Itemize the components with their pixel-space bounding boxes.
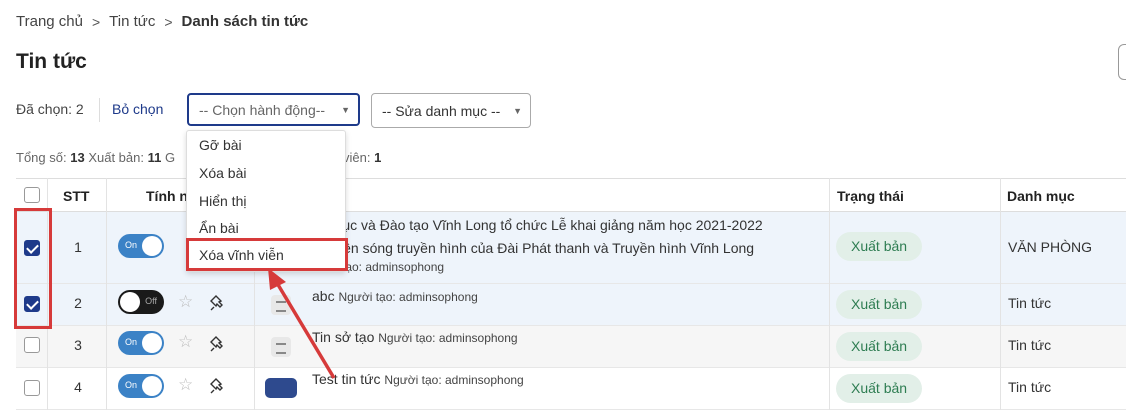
tail-value: 1: [374, 150, 382, 165]
title-text: abc: [312, 288, 335, 304]
title-text: Tin sở tạo: [312, 329, 375, 345]
published-label: Xuất bản:: [88, 150, 144, 165]
row-title[interactable]: Test tin tức Người tạo: adminsophong: [312, 368, 524, 392]
header-stt: STT: [63, 188, 90, 204]
table-header: STT Tính n Trạng thái Danh mục: [16, 178, 1126, 212]
action-select[interactable]: -- Chọn hành động-- ▼: [187, 93, 360, 126]
toggle-label: Off: [145, 296, 157, 306]
category-select[interactable]: -- Sửa danh mục -- ▼: [371, 93, 531, 128]
status-badge: Xuất bản: [836, 332, 923, 361]
row-category: VĂN PHÒNG: [1008, 239, 1093, 255]
header-category: Danh mục: [1007, 188, 1075, 204]
toggle-label: On: [125, 380, 138, 390]
row-stt: 3: [74, 337, 82, 353]
checkbox-highlight: [14, 208, 52, 329]
select-all-checkbox[interactable]: [24, 187, 40, 203]
row-checkbox[interactable]: [24, 380, 40, 396]
row-category: Tin tức: [1008, 295, 1052, 311]
visibility-toggle[interactable]: On: [118, 234, 164, 258]
caret-down-icon: ▼: [341, 104, 350, 115]
row-creator: Người tạo: adminsophong: [378, 331, 518, 345]
pin-icon[interactable]: [209, 377, 227, 395]
table-row[interactable]: 4 On ☆ Test tin tức Người tạo: adminsoph…: [16, 368, 1126, 410]
row-creator: tạo: adminsophong: [342, 260, 445, 274]
menu-item-unpublish[interactable]: Gỡ bài: [199, 137, 242, 153]
star-icon[interactable]: ☆: [178, 375, 193, 395]
row-stt: 4: [74, 379, 82, 395]
breadcrumb: Trang chủ > Tin tức > Danh sách tin tức: [16, 13, 308, 30]
column-divider: [106, 178, 107, 410]
row-category: Tin tức: [1008, 337, 1052, 353]
column-divider: [829, 178, 830, 410]
total-value: 13: [70, 150, 85, 165]
pin-icon[interactable]: [209, 294, 227, 312]
title-text: Test tin tức: [312, 371, 381, 387]
category-select-value: -- Sửa danh mục --: [382, 102, 501, 119]
thumbnail-image: [265, 378, 297, 398]
published-value: 11: [147, 150, 162, 165]
status-badge: Xuất bản: [836, 290, 923, 319]
menu-item-delete[interactable]: Xóa bài: [199, 165, 246, 181]
selected-count: Đã chọn: 2: [16, 101, 84, 117]
caret-down-icon: ▼: [513, 105, 522, 116]
menu-item-show[interactable]: Hiển thị: [199, 193, 246, 209]
row-stt: 2: [74, 295, 82, 311]
summary-fragment: G: [164, 150, 176, 165]
title-line-2: iếp trên sóng truyền hình của Đài Phát t…: [312, 240, 755, 256]
page-title: Tin tức: [16, 50, 87, 73]
summary-stats: Tổng số: 13 Xuất bản: 11 G: [16, 150, 175, 165]
title-line-1: iáo dục và Đào tạo Vĩnh Long tổ chức Lễ …: [312, 217, 763, 233]
chevron-right-icon: >: [164, 13, 173, 30]
menu-item-hide[interactable]: Ẩn bài: [199, 220, 239, 236]
column-divider: [1000, 178, 1001, 410]
add-button[interactable]: [1118, 44, 1126, 80]
header-properties: Tính n: [146, 188, 188, 204]
row-category: Tin tức: [1008, 379, 1052, 395]
document-icon: [271, 295, 291, 315]
table-row[interactable]: 2 Off ☆ abc Người tạo: adminsophong Xuất…: [16, 284, 1126, 326]
menu-item-highlight: [186, 238, 348, 271]
news-table: STT Tính n Trạng thái Danh mục 1 On iáo …: [16, 178, 1126, 410]
chevron-right-icon: >: [91, 13, 101, 30]
toggle-label: On: [125, 240, 138, 250]
breadcrumb-current: Danh sách tin tức: [181, 13, 309, 30]
row-creator: Người tạo: adminsophong: [338, 290, 478, 304]
row-title[interactable]: iáo dục và Đào tạo Vĩnh Long tổ chức Lễ …: [312, 214, 763, 260]
summary-tail: viên: 1: [343, 150, 381, 165]
breadcrumb-home[interactable]: Trang chủ: [16, 13, 83, 30]
row-checkbox[interactable]: [24, 337, 40, 353]
visibility-toggle[interactable]: On: [118, 374, 164, 398]
status-badge: Xuất bản: [836, 374, 923, 403]
row-title[interactable]: abc Người tạo: adminsophong: [312, 285, 478, 309]
toggle-label: On: [125, 337, 138, 347]
document-icon: [271, 337, 291, 357]
row-creator: Người tạo: adminsophong: [384, 373, 524, 387]
row-stt: 1: [74, 239, 82, 255]
visibility-toggle[interactable]: On: [118, 331, 164, 355]
clear-selection-link[interactable]: Bỏ chọn: [112, 101, 163, 117]
visibility-toggle[interactable]: Off: [118, 290, 164, 314]
table-row[interactable]: 3 On ☆ Tin sở tạo Người tạo: adminsophon…: [16, 326, 1126, 368]
breadcrumb-news[interactable]: Tin tức: [109, 13, 155, 30]
action-select-value: -- Chọn hành động--: [199, 101, 326, 118]
row-title[interactable]: Tin sở tạo Người tạo: adminsophong: [312, 326, 518, 350]
star-icon[interactable]: ☆: [178, 332, 193, 352]
star-icon[interactable]: ☆: [178, 292, 193, 312]
status-badge: Xuất bản: [836, 232, 923, 261]
table-row[interactable]: 1 On iáo dục và Đào tạo Vĩnh Long tổ chứ…: [16, 212, 1126, 284]
toolbar-divider: [99, 98, 100, 122]
total-label: Tổng số:: [16, 150, 67, 165]
tail-label: viên:: [343, 150, 371, 165]
pin-icon[interactable]: [209, 335, 227, 353]
header-status: Trạng thái: [837, 188, 904, 204]
